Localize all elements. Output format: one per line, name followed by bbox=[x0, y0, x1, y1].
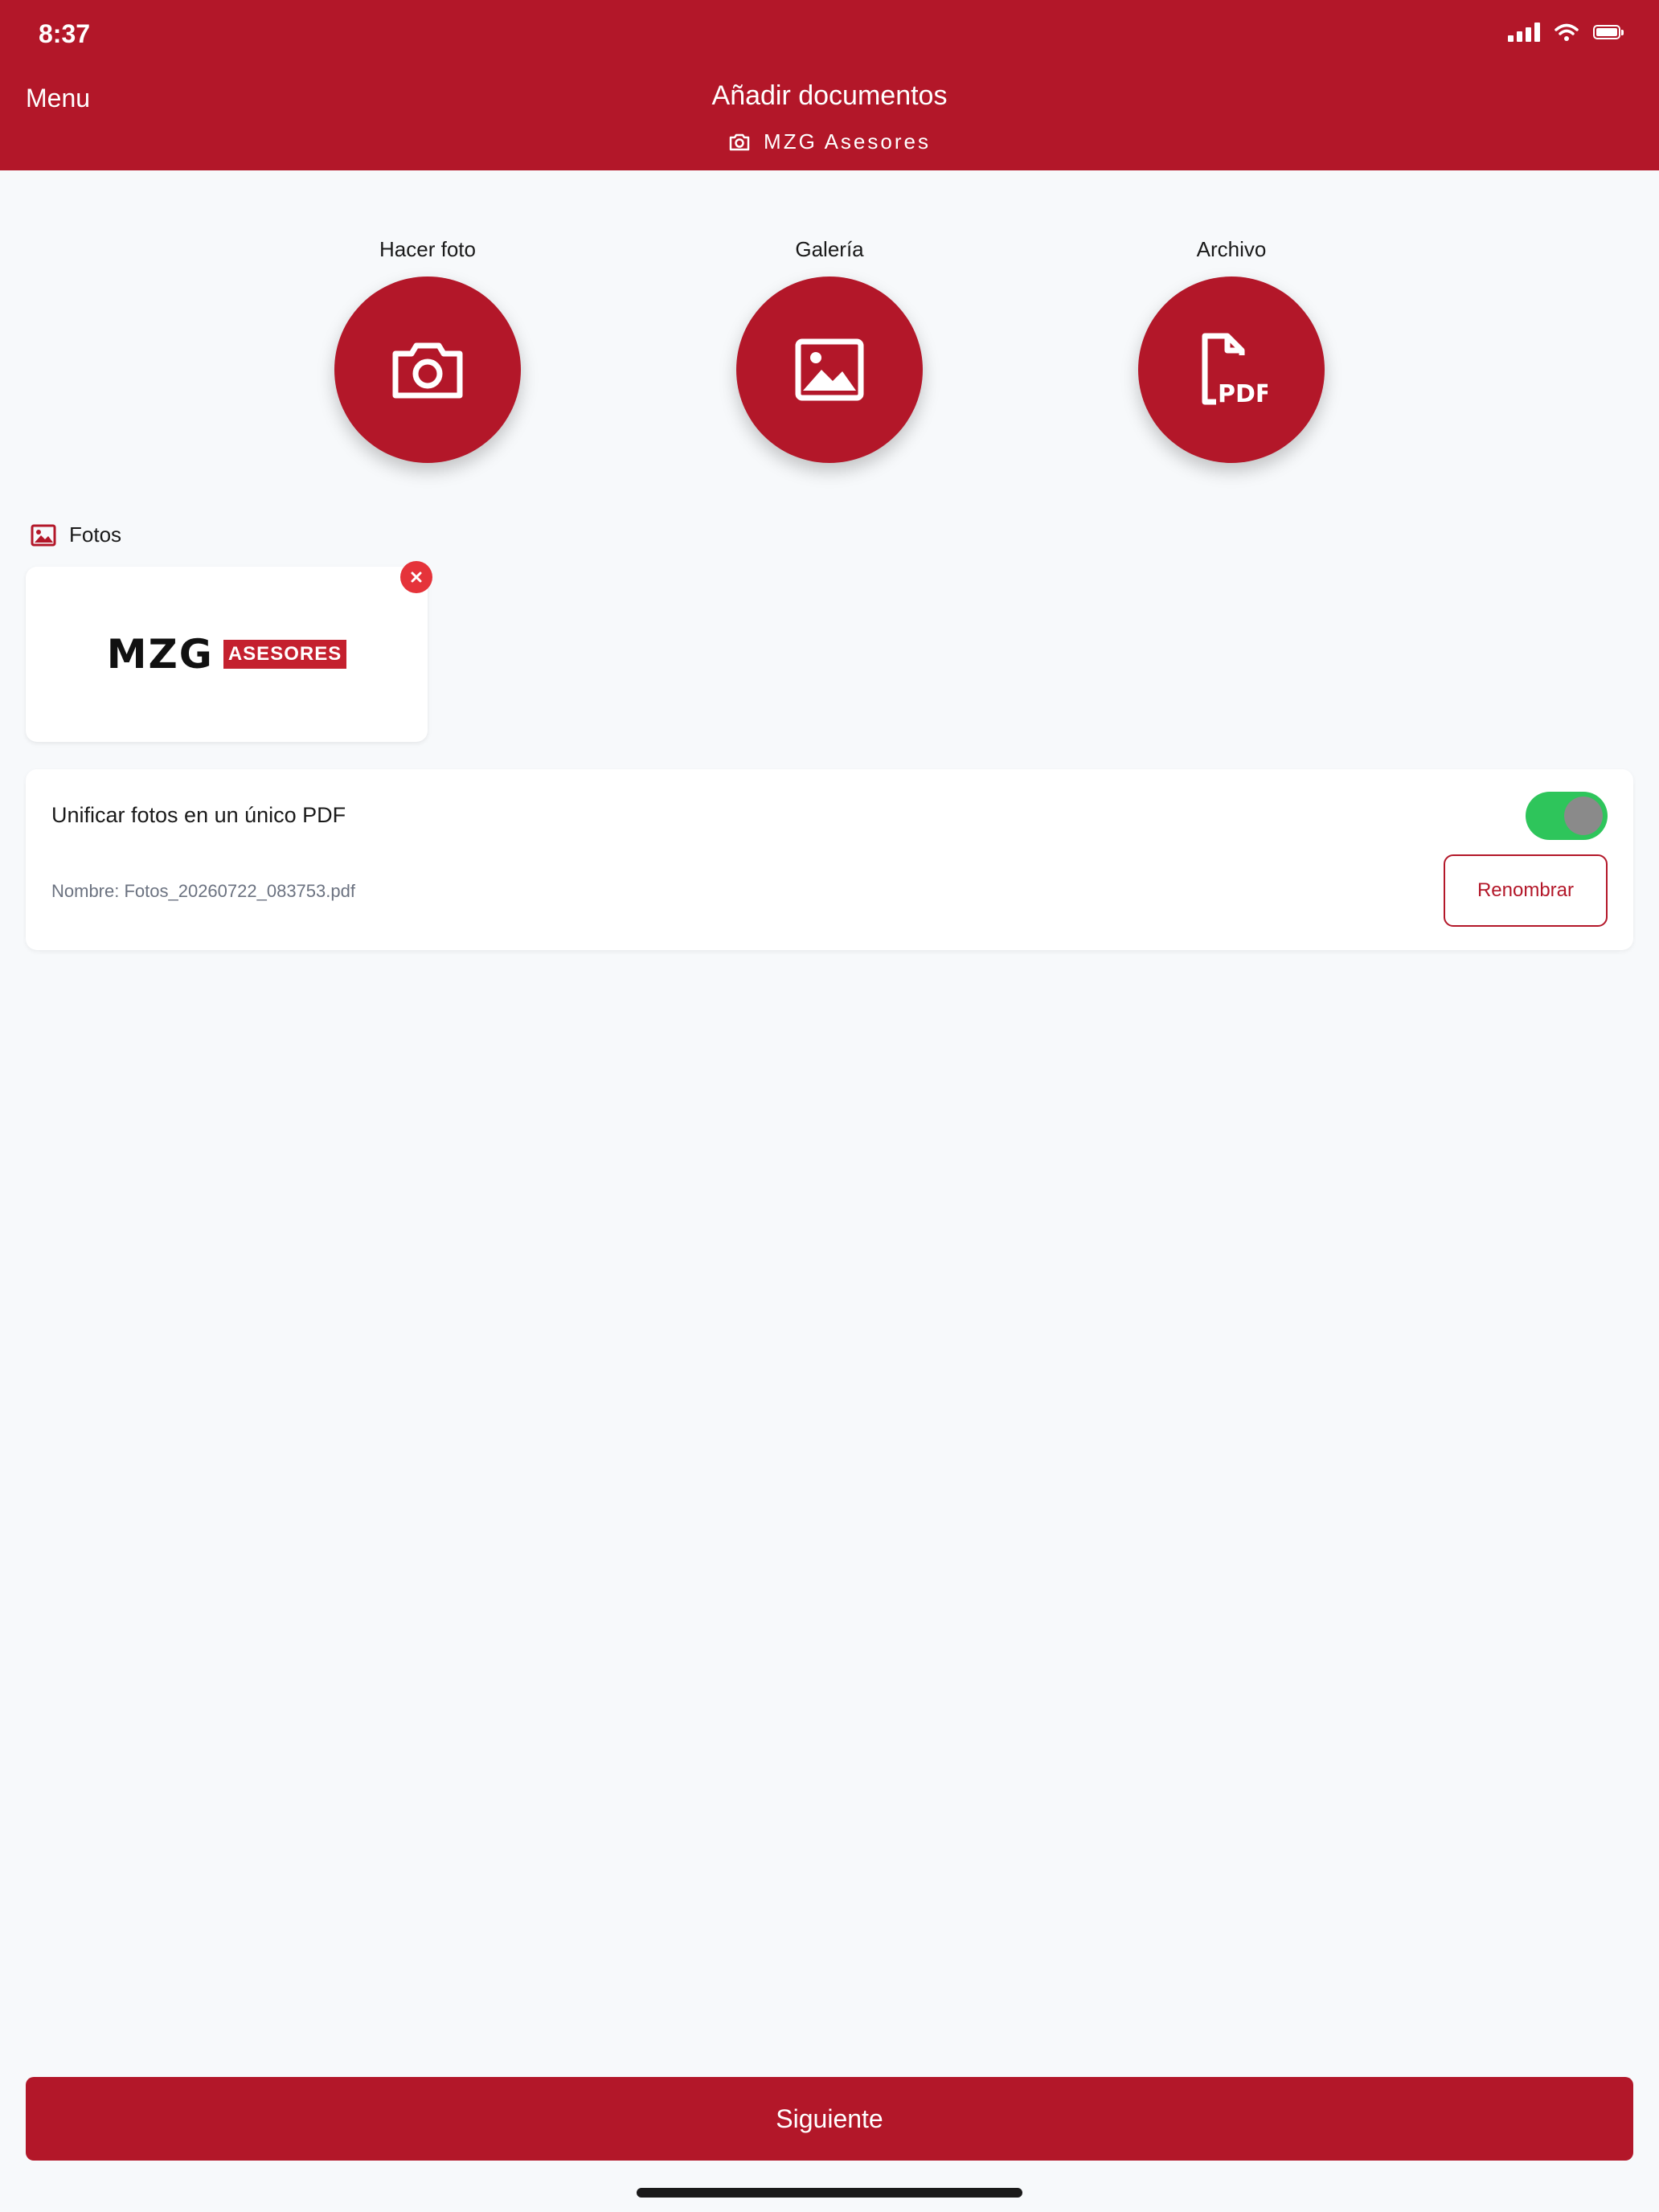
camera-icon bbox=[729, 133, 750, 150]
take-photo-button[interactable] bbox=[334, 276, 521, 463]
logo-main-text: MZG bbox=[106, 631, 214, 678]
rename-button[interactable]: Renombrar bbox=[1444, 854, 1608, 927]
image-icon bbox=[31, 524, 56, 546]
page-title: Añadir documentos bbox=[711, 80, 948, 111]
unify-pdf-label: Unificar fotos en un único PDF bbox=[51, 803, 346, 827]
photo-thumbnail[interactable]: MZG ASESORES bbox=[26, 567, 428, 742]
title-block: Añadir documentos MZG Asesores bbox=[0, 80, 1659, 156]
file-label: Archivo bbox=[1196, 237, 1267, 261]
remove-photo-button[interactable] bbox=[400, 561, 432, 593]
battery-icon bbox=[1593, 25, 1624, 39]
gallery-action: Galería bbox=[733, 233, 926, 463]
svg-text:PDF: PDF bbox=[1218, 380, 1268, 408]
toggle-knob bbox=[1564, 797, 1603, 835]
unify-pdf-toggle[interactable] bbox=[1526, 792, 1608, 840]
mzg-asesores-logo: MZG ASESORES bbox=[106, 631, 347, 678]
home-indicator bbox=[637, 2188, 1022, 2198]
status-icons bbox=[1508, 23, 1624, 42]
file-action: Archivo PDF bbox=[1135, 233, 1328, 463]
cellular-signal-icon bbox=[1508, 23, 1540, 42]
photos-section-title: Fotos bbox=[69, 522, 122, 547]
next-button[interactable]: Siguiente bbox=[26, 2077, 1633, 2161]
image-icon bbox=[795, 338, 864, 401]
status-time: 8:37 bbox=[39, 19, 91, 48]
pdf-file-icon: PDF bbox=[1202, 333, 1268, 408]
top-bar: 8:37 Menu Añadir documentos MZG Asesores bbox=[0, 0, 1659, 170]
photos-section-header: Fotos bbox=[31, 522, 121, 547]
wifi-icon bbox=[1555, 23, 1579, 41]
subtitle-text: MZG Asesores bbox=[764, 129, 931, 154]
gallery-label: Galería bbox=[795, 237, 864, 261]
take-photo-label: Hacer foto bbox=[379, 237, 476, 261]
gallery-button[interactable] bbox=[736, 276, 923, 463]
logo-tag-text: ASESORES bbox=[223, 640, 347, 669]
file-button[interactable]: PDF bbox=[1138, 276, 1325, 463]
pdf-filename: Nombre: Fotos_20260722_083753.pdf bbox=[51, 881, 355, 901]
close-icon bbox=[411, 571, 422, 583]
take-photo-action: Hacer foto bbox=[331, 233, 524, 463]
camera-icon bbox=[392, 342, 463, 399]
header-subtitle: MZG Asesores bbox=[728, 129, 931, 154]
pdf-options-card: Unificar fotos en un único PDF Nombre: F… bbox=[26, 769, 1633, 950]
